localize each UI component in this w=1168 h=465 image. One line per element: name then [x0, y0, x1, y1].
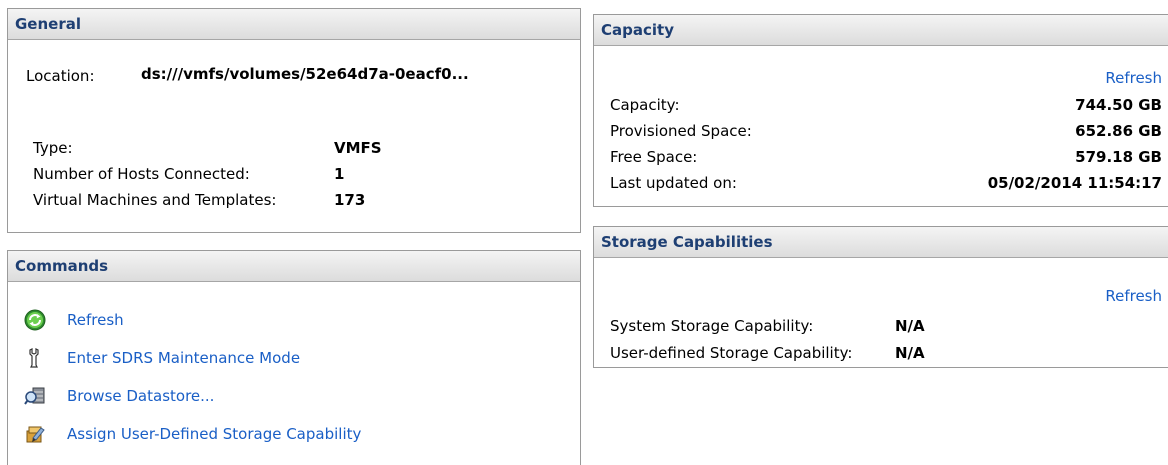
system-capability-label: System Storage Capability:: [610, 317, 814, 335]
storage-capabilities-panel: Storage Capabilities Refresh System Stor…: [593, 226, 1168, 368]
vms-label: Virtual Machines and Templates:: [33, 191, 277, 209]
capacity-header: Capacity: [594, 15, 1168, 46]
command-refresh-label: Refresh: [67, 311, 124, 329]
provisioned-label: Provisioned Space:: [610, 122, 752, 140]
user-capability-value: N/A: [895, 344, 925, 362]
system-capability-value: N/A: [895, 317, 925, 335]
type-value: VMFS: [334, 139, 382, 157]
location-value: ds:///vmfs/volumes/52e64d7a-0eacf0...: [141, 65, 469, 83]
last-updated-label: Last updated on:: [610, 174, 737, 192]
hosts-value: 1: [334, 165, 345, 183]
commands-panel: Commands Refresh Enter SDRS Maintenance …: [7, 250, 581, 465]
command-enter-sdrs-maintenance[interactable]: Enter SDRS Maintenance Mode: [24, 347, 384, 373]
command-refresh[interactable]: Refresh: [24, 309, 384, 335]
last-updated-value: 05/02/2014 11:54:17: [987, 174, 1162, 192]
type-label: Type:: [33, 139, 73, 157]
command-assign-label: Assign User-Defined Storage Capability: [67, 425, 362, 443]
vms-value: 173: [334, 191, 366, 209]
free-space-value: 579.18 GB: [1075, 148, 1162, 166]
storage-refresh-link[interactable]: Refresh: [1105, 287, 1162, 305]
command-enter-sdrs-label: Enter SDRS Maintenance Mode: [67, 349, 301, 367]
command-browse-datastore[interactable]: Browse Datastore...: [24, 385, 384, 411]
storage-capabilities-header: Storage Capabilities: [594, 227, 1168, 258]
refresh-icon: [24, 309, 46, 331]
general-panel: General Location: ds:///vmfs/volumes/52e…: [7, 8, 581, 233]
commands-header: Commands: [8, 251, 580, 282]
wrench-icon: [24, 347, 46, 369]
free-space-label: Free Space:: [610, 148, 698, 166]
assign-capability-icon: [24, 423, 46, 445]
capacity-value: 744.50 GB: [1075, 96, 1162, 114]
hosts-label: Number of Hosts Connected:: [33, 165, 250, 183]
browse-datastore-icon: [24, 385, 46, 407]
command-assign-capability[interactable]: Assign User-Defined Storage Capability: [24, 423, 404, 449]
user-capability-label: User-defined Storage Capability:: [610, 344, 853, 362]
capacity-label: Capacity:: [610, 96, 680, 114]
capacity-panel: Capacity Refresh Capacity: 744.50 GB Pro…: [593, 14, 1168, 207]
general-header: General: [8, 9, 580, 40]
provisioned-value: 652.86 GB: [1075, 122, 1162, 140]
location-label: Location:: [26, 67, 95, 85]
capacity-refresh-link[interactable]: Refresh: [1105, 69, 1162, 87]
command-browse-label: Browse Datastore...: [67, 387, 215, 405]
